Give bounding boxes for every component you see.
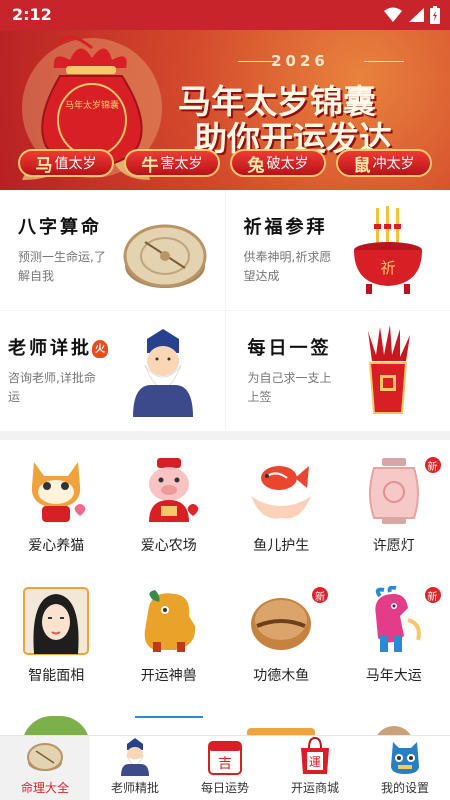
grid-item-partial-2[interactable] bbox=[113, 700, 226, 735]
feature-title-text: 老师详批 bbox=[8, 337, 92, 359]
tag-horse[interactable]: 马值太岁 bbox=[18, 149, 114, 177]
wooden-fish-icon bbox=[251, 598, 312, 650]
flame-icon: 火 bbox=[92, 339, 108, 358]
feature-title: 老师详批火 bbox=[8, 334, 108, 360]
tab-fortune[interactable]: 命理大全 bbox=[0, 736, 90, 800]
tag-label: 害太岁 bbox=[160, 156, 203, 172]
grid-item-beast[interactable]: 开运神兽 bbox=[113, 570, 226, 700]
tree-icon bbox=[22, 716, 91, 735]
burner-text: 祈 bbox=[380, 259, 395, 277]
scan-icon bbox=[134, 716, 203, 735]
robot-icon bbox=[391, 742, 419, 774]
taisui-tags: 马值太岁 牛害太岁 兔破太岁 鼠冲太岁 bbox=[18, 149, 432, 177]
grid-item-fish[interactable]: 鱼儿护生 bbox=[225, 440, 338, 570]
compass-icon bbox=[27, 743, 63, 771]
signal-icon bbox=[409, 8, 424, 22]
tag-zodiac: 兔 bbox=[247, 155, 265, 176]
new-badge: 新 bbox=[423, 456, 442, 474]
grid-item-partial-3[interactable] bbox=[225, 700, 338, 735]
koi-icon bbox=[251, 466, 312, 519]
grid-item-face[interactable]: 智能面相 bbox=[0, 570, 113, 700]
grid-item-wooden-fish[interactable]: 功德木鱼 新 bbox=[225, 570, 338, 700]
feature-desc: 供奉神明,祈求愿望达成 bbox=[243, 250, 332, 283]
grid-item-cat[interactable]: 爱心养猫 bbox=[0, 440, 113, 570]
master-portrait-icon bbox=[132, 328, 193, 417]
grid-label: 鱼儿护生 bbox=[253, 538, 310, 554]
tag-zodiac: 马 bbox=[35, 155, 53, 176]
feature-desc: 预测一生命运,了解自我 bbox=[18, 250, 106, 283]
grid-item-lantern[interactable]: 许愿灯 新 bbox=[338, 440, 450, 570]
grid-item-horse[interactable]: 马年大运 新 bbox=[338, 570, 450, 700]
feature-daily-lot[interactable]: 每日一签 为自己求一支上上签 bbox=[225, 310, 450, 430]
feature-desc: 咨询老师,详批命运 bbox=[8, 370, 96, 404]
pig-icon bbox=[148, 458, 199, 522]
grid-item-partial-4[interactable] bbox=[338, 700, 450, 735]
cat-icon bbox=[32, 462, 86, 522]
head-icon bbox=[373, 726, 414, 735]
status-time: 2:12 bbox=[12, 5, 52, 24]
master-icon bbox=[121, 738, 149, 776]
new-badge: 新 bbox=[423, 586, 442, 604]
lantern-icon bbox=[368, 458, 419, 524]
tag-label: 冲太岁 bbox=[372, 156, 415, 172]
feature-master[interactable]: 老师详批火 咨询老师,详批命运 bbox=[0, 310, 225, 430]
tab-label: 我的设置 bbox=[380, 781, 429, 795]
grid-label: 爱心农场 bbox=[140, 538, 197, 554]
tab-master[interactable]: 老师精批 bbox=[90, 736, 180, 800]
promo-banner[interactable]: 马年太岁锦囊 2026 马年太岁锦囊 助你开运发达 马值太岁 牛害太岁 兔破太岁… bbox=[0, 30, 450, 190]
feature-bazi[interactable]: 八字算命 预测一生命运,了解自我 bbox=[0, 190, 225, 310]
tool-grid: 爱心养猫 爱心农场 鱼儿护生 许愿灯 新 智能面相 开运神兽 功德木鱼 新 马年… bbox=[0, 440, 450, 735]
section-divider bbox=[0, 431, 450, 440]
year-line-right bbox=[364, 61, 404, 62]
grid-label: 马年大运 bbox=[365, 668, 422, 684]
tag-rat[interactable]: 鼠冲太岁 bbox=[336, 149, 432, 177]
banner-year: 2026 bbox=[271, 52, 329, 70]
tab-daily[interactable]: 吉 每日运势 bbox=[180, 736, 270, 800]
calendar-icon: 吉 bbox=[208, 741, 242, 775]
status-bar: 2:12 bbox=[0, 0, 450, 30]
pouch-text: 马年太岁锦囊 bbox=[65, 99, 119, 111]
tag-rabbit[interactable]: 兔破太岁 bbox=[230, 149, 326, 177]
feature-grid: 八字算命 预测一生命运,了解自我 祈福参拜 供奉神明,祈求愿望达成 祈 新 老师… bbox=[0, 190, 450, 430]
beast-icon bbox=[144, 590, 195, 652]
grid-label: 智能面相 bbox=[28, 668, 85, 684]
grid-item-farm[interactable]: 爱心农场 bbox=[113, 440, 226, 570]
feature-title: 每日一签 bbox=[247, 337, 332, 359]
status-icons bbox=[384, 6, 440, 24]
tab-shop[interactable]: 運 开运商城 bbox=[270, 736, 360, 800]
tag-zodiac: 牛 bbox=[141, 155, 159, 176]
grid-item-partial-1[interactable] bbox=[0, 700, 113, 735]
grid-label: 开运神兽 bbox=[140, 668, 197, 684]
grid-label: 功德木鱼 bbox=[253, 668, 310, 684]
tab-settings[interactable]: 我的设置 bbox=[360, 736, 450, 800]
incense-burner-icon: 祈 bbox=[354, 206, 422, 294]
feature-desc: 为自己求一支上上签 bbox=[247, 370, 332, 404]
tag-zodiac: 鼠 bbox=[353, 155, 371, 176]
tag-label: 值太岁 bbox=[54, 156, 97, 172]
shop-text: 運 bbox=[309, 755, 321, 769]
feature-title: 祈福参拜 bbox=[243, 217, 328, 238]
bottom-tab-bar: 命理大全 老师精批 吉 每日运势 運 开运商城 我的设置 bbox=[0, 735, 450, 800]
compass-icon bbox=[123, 224, 206, 288]
horse-icon bbox=[375, 586, 421, 652]
box-icon bbox=[247, 728, 316, 735]
grid-label: 许愿灯 bbox=[372, 538, 415, 554]
feature-title: 八字算命 bbox=[18, 217, 102, 238]
fortune-sticks-icon bbox=[368, 324, 410, 414]
shop-icon: 運 bbox=[301, 736, 329, 774]
wifi-icon bbox=[384, 7, 402, 22]
tag-label: 破太岁 bbox=[266, 156, 309, 172]
calendar-text: 吉 bbox=[218, 756, 232, 772]
tab-label: 老师精批 bbox=[110, 781, 159, 795]
tab-label: 命理大全 bbox=[20, 781, 69, 795]
grid-label: 爱心养猫 bbox=[28, 538, 85, 554]
tag-ox[interactable]: 牛害太岁 bbox=[124, 149, 220, 177]
feature-prayer[interactable]: 祈福参拜 供奉神明,祈求愿望达成 祈 新 bbox=[225, 190, 450, 310]
battery-icon bbox=[430, 6, 440, 24]
new-badge: 新 bbox=[311, 586, 329, 604]
tab-label: 开运商城 bbox=[290, 781, 339, 795]
tab-label: 每日运势 bbox=[200, 781, 249, 795]
face-icon bbox=[23, 587, 90, 655]
